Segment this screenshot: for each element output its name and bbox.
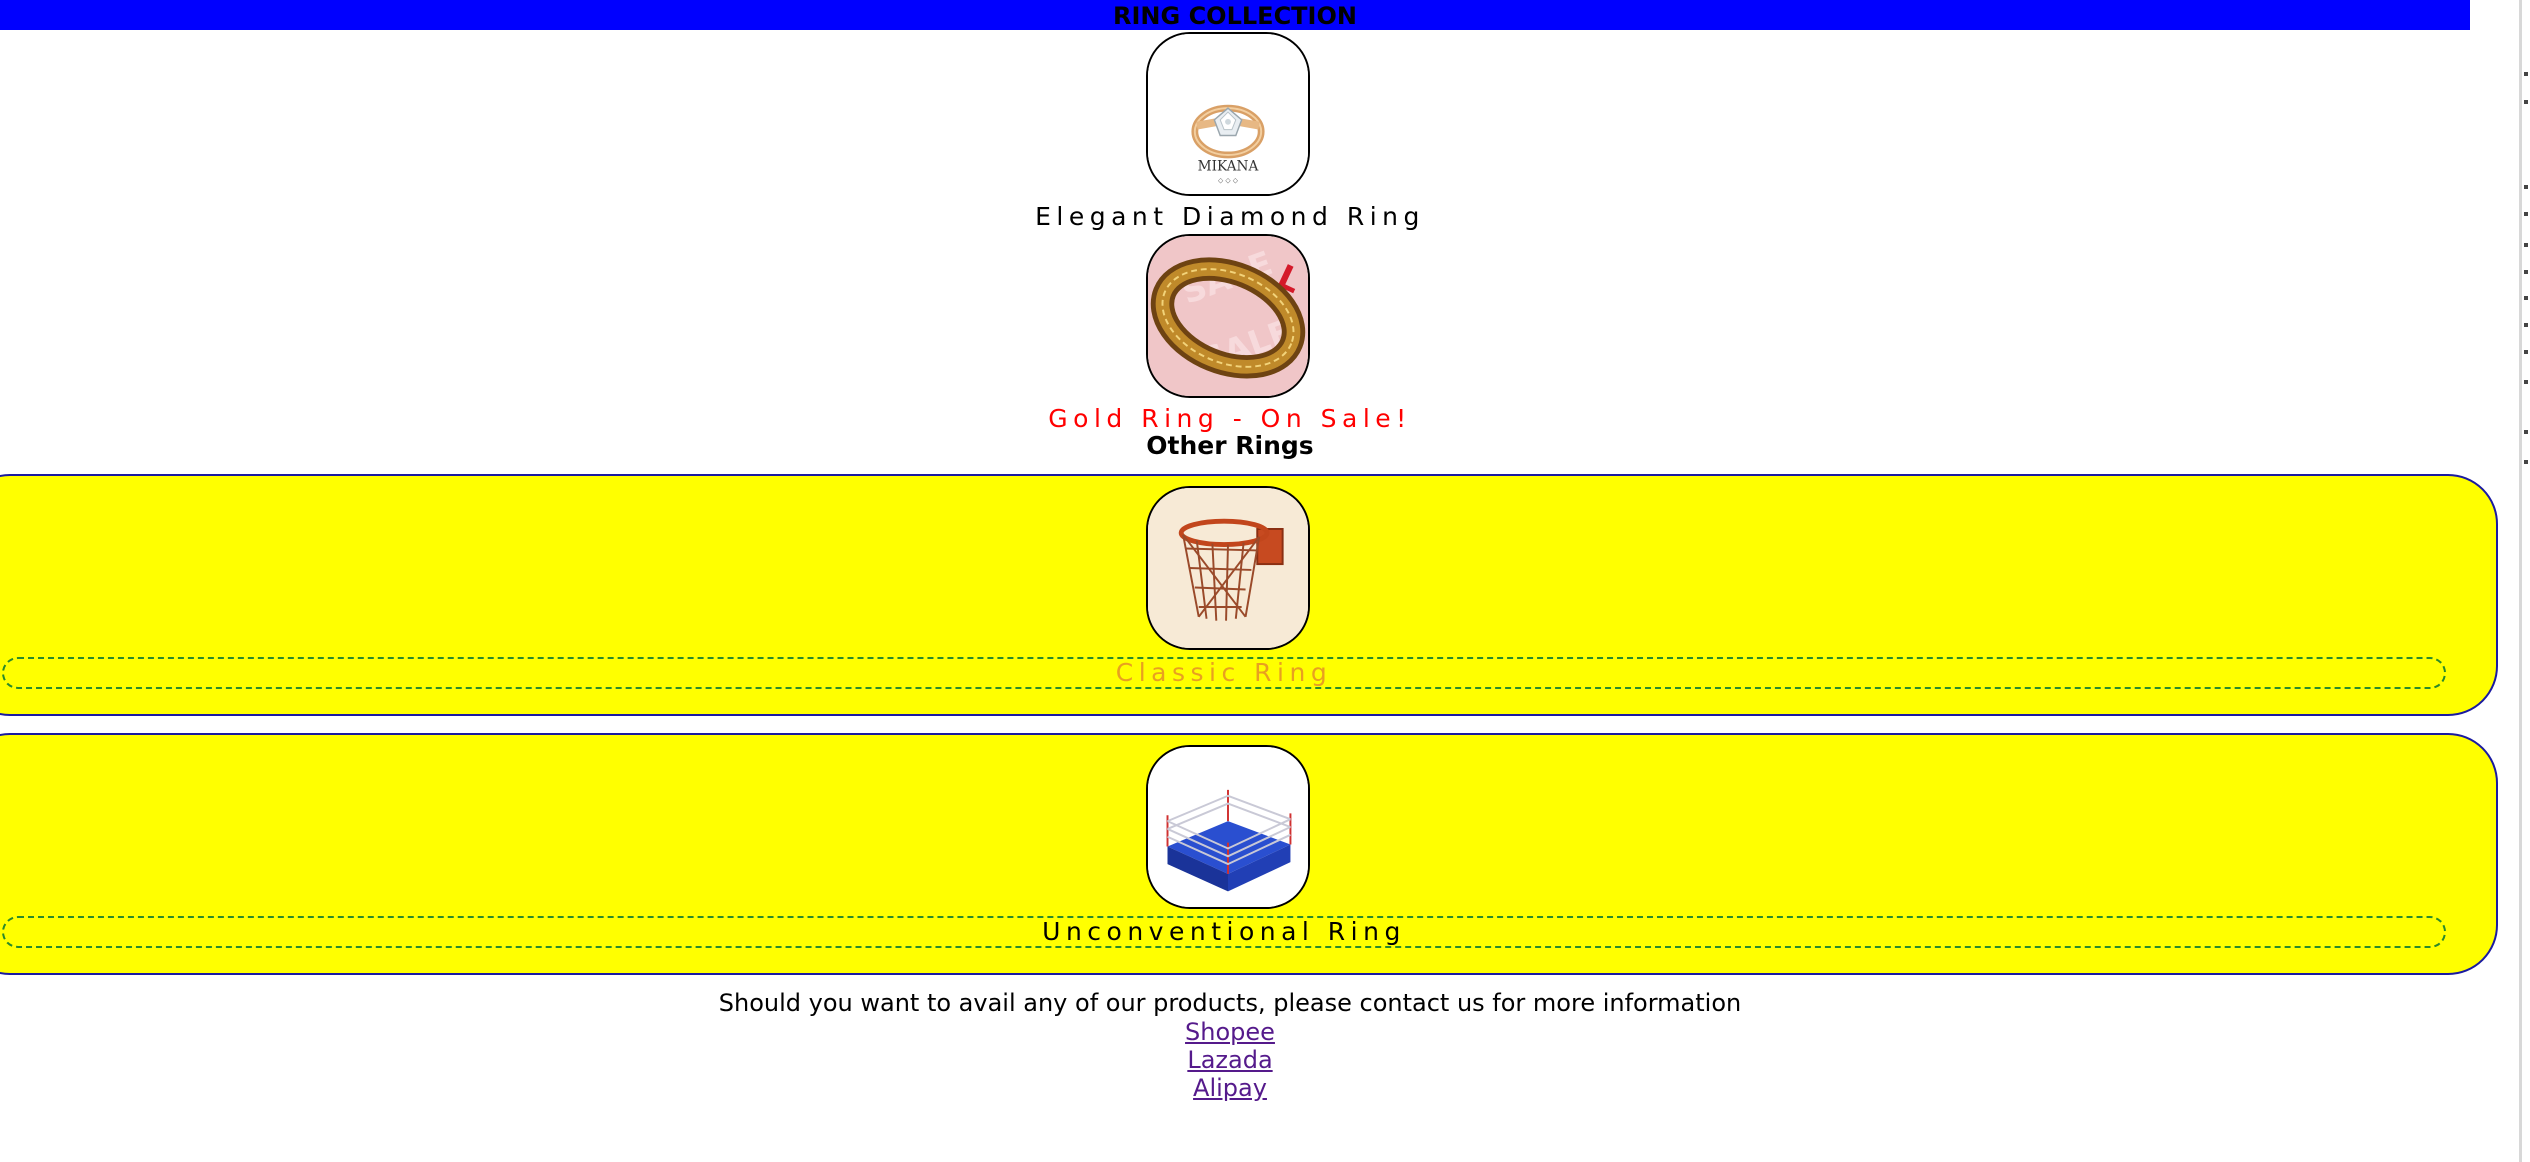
shopee-link[interactable]: Shopee [1185,1018,1275,1046]
side-panel-mark [2524,430,2528,434]
side-panel-mark [2524,460,2528,464]
ring-card-label-classic: Classic Ring [2,657,2446,689]
gold-ring-image[interactable]: SALE SALE L [1146,234,1310,398]
diamond-ring-image[interactable]: MIKANA ◇ ◇ ◇ [1146,32,1310,196]
side-panel-mark [2524,270,2528,274]
side-panel-mark [2524,296,2528,300]
ring-card-label-unconventional: Unconventional Ring [2,916,2446,948]
page-title: RING COLLECTION [1113,2,1357,30]
header-bar: RING COLLECTION [0,0,2470,30]
side-panel-mark [2524,212,2528,216]
alipay-link[interactable]: Alipay [1193,1074,1267,1102]
side-panel-mark [2524,100,2528,104]
side-panel-mark [2524,72,2528,76]
basketball-hoop-image[interactable] [1146,486,1310,650]
svg-text:MIKANA: MIKANA [1198,159,1259,175]
scrollbar[interactable] [2519,0,2522,1162]
contact-text: Should you want to avail any of our prod… [718,989,1742,1017]
lazada-link[interactable]: Lazada [1187,1046,1272,1074]
other-rings-heading: Other Rings [1146,431,1314,460]
side-panel-mark [2524,185,2528,189]
featured-caption-diamond: Elegant Diamond Ring [1035,202,1425,231]
boxing-ring-image[interactable] [1146,745,1310,909]
side-panel-mark [2524,380,2528,384]
side-panel-mark [2524,350,2528,354]
svg-text:◇ ◇ ◇: ◇ ◇ ◇ [1218,176,1239,184]
side-panel-mark [2524,243,2528,247]
side-panel-mark [2524,323,2528,327]
